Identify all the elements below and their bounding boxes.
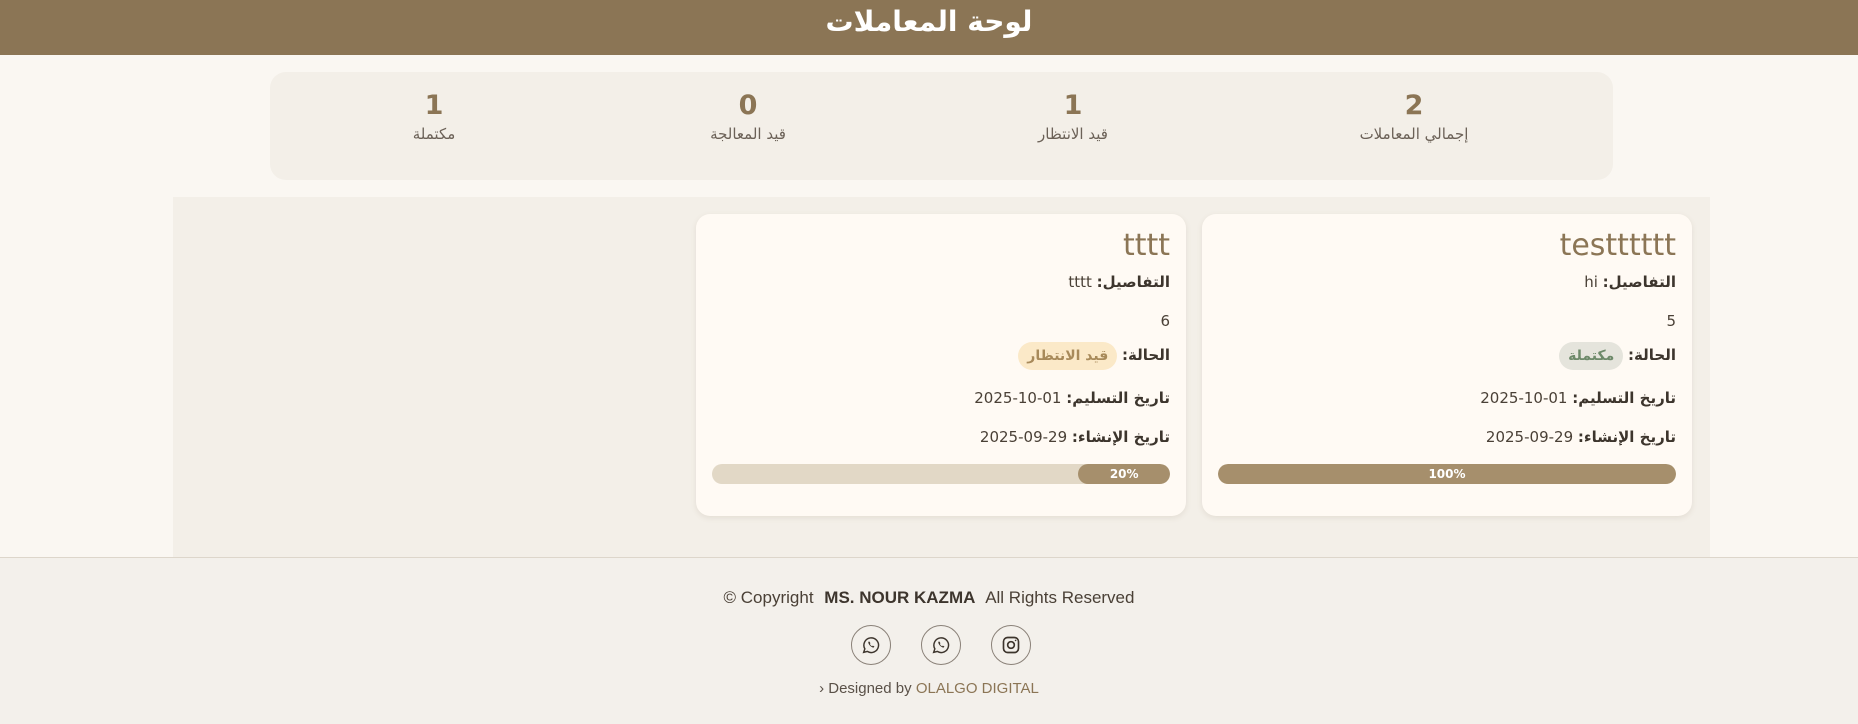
delivery-value: 01-10-2025	[1480, 389, 1568, 407]
details-label: التفاصيل:	[1602, 273, 1676, 291]
progress-fill: 20%	[1078, 464, 1170, 484]
stat-completed: 1 مكتملة	[334, 90, 534, 143]
status-badge: قيد الانتظار	[1018, 342, 1118, 370]
created-label: تاريخ الإنشاء:	[1071, 428, 1170, 446]
progress-percent: 100%	[1428, 467, 1466, 481]
copyright-brand: MS. NOUR KAZMA	[824, 588, 976, 607]
copyright-rights: All Rights Reserved	[985, 588, 1135, 607]
stat-total: 2 إجمالي المعاملات	[1314, 90, 1514, 143]
designed-prefix: › Designed by	[819, 680, 912, 697]
created-value: 29-09-2025	[979, 428, 1068, 446]
progress-bar: 100%	[1218, 464, 1676, 484]
progress-fill: 100%	[1218, 464, 1676, 484]
details-value: tttt	[1068, 273, 1092, 291]
instagram-link[interactable]	[991, 625, 1031, 665]
stat-total-label: إجمالي المعاملات	[1359, 125, 1469, 143]
stat-processing-label: قيد المعالجة	[710, 125, 786, 143]
created-label: تاريخ الإنشاء:	[1577, 428, 1676, 446]
whatsapp-link[interactable]	[921, 625, 961, 665]
transaction-delivery-date: تاريخ التسليم: 01-10-2025	[974, 389, 1170, 407]
stat-pending-value: 1	[1063, 90, 1083, 121]
transaction-status: الحالة: قيد الانتظار	[1018, 342, 1170, 370]
created-value: 29-09-2025	[1485, 428, 1574, 446]
designer-link[interactable]: OLALGO DIGITAL	[916, 680, 1039, 697]
delivery-label: تاريخ التسليم:	[1572, 389, 1676, 407]
transaction-created-date: تاريخ الإنشاء: 29-09-2025	[1486, 428, 1676, 446]
transaction-details: التفاصيل: tttt	[1068, 273, 1170, 291]
transaction-details: التفاصيل: hi	[1584, 273, 1676, 291]
details-label: التفاصيل:	[1096, 273, 1170, 291]
instagram-icon	[1002, 636, 1020, 654]
delivery-label: تاريخ التسليم:	[1066, 389, 1170, 407]
transaction-title: testttttt	[1559, 228, 1676, 263]
transaction-title: tttt	[1122, 228, 1170, 263]
whatsapp-icon	[932, 637, 950, 654]
stat-completed-label: مكتملة	[412, 125, 456, 143]
delivery-value: 01-10-2025	[974, 389, 1062, 407]
copyright-prefix: © Copyright	[723, 588, 814, 607]
stat-processing-value: 0	[738, 90, 758, 121]
stat-processing: 0 قيد المعالجة	[648, 90, 848, 143]
top-header: لوحة المعاملات	[0, 0, 1858, 55]
transaction-status: الحالة: مكتملة	[1559, 342, 1676, 370]
whatsapp-link[interactable]	[851, 625, 891, 665]
status-label: الحالة:	[1122, 346, 1170, 364]
transaction-delivery-date: تاريخ التسليم: 01-10-2025	[1480, 389, 1676, 407]
stat-pending: 1 قيد الانتظار	[973, 90, 1173, 143]
transaction-card[interactable]: testttttt التفاصيل: hi 5 الحالة: مكتملة …	[1202, 214, 1692, 516]
details-value: hi	[1584, 273, 1598, 291]
designed-by: › Designed by OLALGO DIGITAL	[0, 680, 1858, 697]
copyright-line: © Copyright MS. NOUR KAZMA All Rights Re…	[0, 588, 1858, 608]
transaction-card[interactable]: tttt التفاصيل: tttt 6 الحالة: قيد الانتظ…	[696, 214, 1186, 516]
stat-completed-value: 1	[424, 90, 444, 121]
transaction-number: 6	[1160, 312, 1170, 330]
progress-percent: 20%	[1109, 467, 1139, 481]
transaction-number: 5	[1666, 312, 1676, 330]
social-links	[0, 625, 1858, 667]
whatsapp-icon	[862, 637, 880, 654]
page-title: لوحة المعاملات	[825, 5, 1033, 38]
stat-pending-label: قيد الانتظار	[1038, 125, 1108, 143]
stat-total-value: 2	[1404, 90, 1424, 121]
progress-bar: 20%	[712, 464, 1170, 484]
status-badge: مكتملة	[1559, 342, 1624, 370]
transaction-created-date: تاريخ الإنشاء: 29-09-2025	[980, 428, 1170, 446]
stats-panel: 2 إجمالي المعاملات 1 قيد الانتظار 0 قيد …	[270, 72, 1613, 180]
footer: © Copyright MS. NOUR KAZMA All Rights Re…	[0, 558, 1858, 724]
status-label: الحالة:	[1628, 346, 1676, 364]
